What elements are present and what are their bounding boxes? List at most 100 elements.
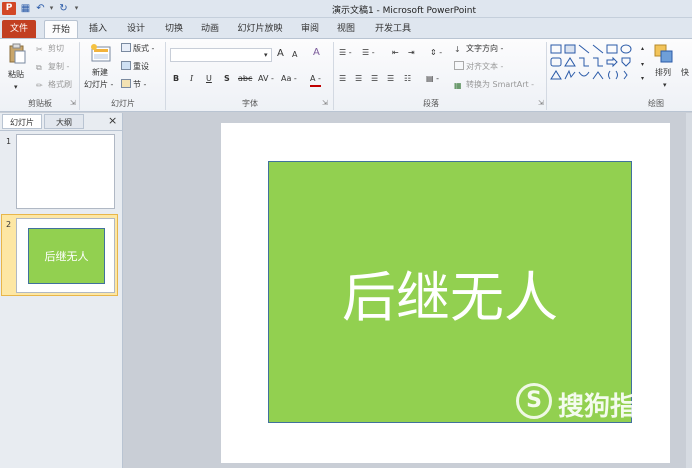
align-right-button[interactable]: ☰ bbox=[371, 73, 378, 85]
align-text-label: 对齐文本 - bbox=[466, 62, 504, 71]
arrange-button[interactable]: 排列 bbox=[655, 67, 671, 79]
paste-icon[interactable] bbox=[8, 43, 26, 65]
watermark-text: 搜狗指南 bbox=[558, 392, 663, 422]
underline-button[interactable]: U bbox=[206, 73, 212, 85]
bold-button[interactable]: B bbox=[173, 73, 179, 85]
brush-icon: ✏ bbox=[36, 81, 43, 90]
group-divider bbox=[79, 42, 80, 110]
arrange-icon[interactable] bbox=[653, 43, 675, 65]
font-name-field[interactable] bbox=[170, 48, 272, 62]
tab-outline[interactable]: 大纲 bbox=[44, 114, 84, 129]
decrease-indent-button[interactable]: ⇤ bbox=[392, 47, 399, 59]
new-slide-dropdown[interactable]: 幻灯片 - bbox=[84, 79, 113, 91]
copy-label: 复制 - bbox=[48, 62, 70, 71]
slide-thumbnail-1[interactable] bbox=[16, 134, 115, 209]
group-divider bbox=[165, 42, 166, 110]
align-center-button[interactable]: ☰ bbox=[355, 73, 362, 85]
shapes-scroll-up-icon[interactable]: ▴ bbox=[641, 43, 644, 55]
bullets-button[interactable]: ☰ - bbox=[339, 47, 352, 59]
tab-home[interactable]: 开始 bbox=[44, 20, 78, 38]
smartart-icon: ▦ bbox=[454, 81, 462, 90]
columns-button[interactable]: ▤ - bbox=[426, 73, 439, 85]
thumbnail-text: 后继无人 bbox=[44, 250, 89, 263]
align-left-button[interactable]: ☰ bbox=[339, 73, 346, 85]
panel-divider bbox=[0, 130, 122, 131]
numbering-button[interactable]: ☰ - bbox=[362, 47, 375, 59]
text-direction-icon: ↓ bbox=[454, 45, 461, 54]
watermark: S 搜狗指南 zhinan.sogou.com bbox=[514, 380, 684, 450]
tab-slideshow[interactable]: 幻灯片放映 bbox=[232, 20, 288, 38]
shapes-more-icon[interactable]: ▾ bbox=[641, 73, 644, 85]
font-dropdown-icon[interactable]: ▾ bbox=[264, 49, 268, 61]
slide-thumbnail-panel: 幻灯片 大纲 × 1 2 后继无人 bbox=[0, 113, 123, 468]
change-case-button[interactable]: Aa - bbox=[281, 73, 297, 85]
slide-number: 2 bbox=[6, 220, 12, 229]
new-slide-icon[interactable] bbox=[90, 43, 112, 65]
cut-button[interactable]: ✂ 剪切 bbox=[36, 43, 64, 55]
sogou-logo-icon: S bbox=[516, 383, 552, 419]
tab-file[interactable]: 文件 bbox=[2, 20, 36, 38]
group-divider bbox=[546, 42, 547, 110]
font-launcher-icon[interactable]: ⇲ bbox=[322, 99, 328, 107]
tab-insert[interactable]: 插入 bbox=[82, 20, 114, 38]
watermark-url: zhinan.sogou.com bbox=[514, 426, 632, 440]
tab-developer[interactable]: 开发工具 bbox=[368, 20, 418, 38]
new-slide-button[interactable]: 新建 bbox=[92, 67, 108, 79]
char-spacing-button[interactable]: AV - bbox=[258, 73, 274, 85]
line-spacing-button[interactable]: ⇕ - bbox=[430, 47, 442, 59]
clipboard-group-label: 剪贴板 bbox=[28, 99, 52, 108]
smartart-button[interactable]: ▦ 转换为 SmartArt - bbox=[454, 79, 534, 91]
text-direction-label: 文字方向 - bbox=[466, 44, 504, 53]
close-panel-icon[interactable]: × bbox=[108, 115, 117, 127]
layout-label: 版式 - bbox=[133, 44, 155, 53]
tab-slides[interactable]: 幻灯片 bbox=[2, 114, 42, 129]
shapes-scroll-down-icon[interactable]: ▾ bbox=[641, 59, 644, 71]
title-bar: P ▦ ↶ ▾ ↻ ▾ 演示文稿1 - Microsoft PowerPoint bbox=[0, 0, 692, 18]
increase-indent-button[interactable]: ⇥ bbox=[408, 47, 415, 59]
text-direction-button[interactable]: ↓ 文字方向 - bbox=[454, 43, 503, 55]
paste-button[interactable]: 粘贴 bbox=[8, 69, 24, 81]
section-button[interactable]: 节 - bbox=[121, 79, 146, 91]
layout-button[interactable]: 版式 - bbox=[121, 43, 154, 55]
shapes-gallery[interactable] bbox=[550, 42, 642, 86]
slide-thumbnail-2[interactable]: 后继无人 bbox=[16, 218, 115, 293]
font-group-label: 字体 bbox=[242, 99, 258, 108]
tab-animations[interactable]: 动画 bbox=[194, 20, 226, 38]
align-text-icon bbox=[454, 61, 464, 70]
scissors-icon: ✂ bbox=[36, 45, 43, 54]
smartart-label: 转换为 SmartArt - bbox=[466, 80, 535, 89]
justify-button[interactable]: ☰ bbox=[387, 73, 394, 85]
slide-number: 1 bbox=[6, 137, 12, 146]
tab-transitions[interactable]: 切换 bbox=[158, 20, 190, 38]
arrange-dropdown-icon[interactable]: ▾ bbox=[663, 79, 667, 91]
reset-icon bbox=[121, 61, 131, 70]
vertical-scrollbar[interactable] bbox=[686, 113, 692, 468]
clipboard-launcher-icon[interactable]: ⇲ bbox=[70, 99, 76, 107]
format-painter-button[interactable]: ✏ 格式刷 bbox=[36, 79, 72, 91]
tab-view[interactable]: 视图 bbox=[330, 20, 362, 38]
window-title: 演示文稿1 - Microsoft PowerPoint bbox=[331, 6, 477, 16]
align-text-button[interactable]: 对齐文本 - bbox=[454, 61, 503, 73]
distributed-button[interactable]: ☷ bbox=[404, 73, 411, 85]
section-icon bbox=[121, 79, 131, 88]
cut-label: 剪切 bbox=[48, 44, 64, 53]
italic-button[interactable]: I bbox=[190, 73, 193, 85]
font-color-button[interactable]: A - bbox=[310, 73, 321, 87]
shadow-button[interactable]: S bbox=[224, 73, 230, 85]
group-divider bbox=[333, 42, 334, 110]
reset-label: 重设 bbox=[133, 62, 149, 71]
quick-styles-button[interactable]: 快 bbox=[681, 67, 689, 79]
slides-group-label: 幻灯片 bbox=[111, 99, 135, 108]
shrink-font-button[interactable]: A bbox=[292, 49, 297, 61]
tab-review[interactable]: 审阅 bbox=[294, 20, 326, 38]
strikethrough-button[interactable]: abc bbox=[238, 73, 252, 85]
reset-button[interactable]: 重设 bbox=[121, 61, 149, 73]
thumbnail-shape: 后继无人 bbox=[28, 228, 105, 284]
clear-format-button[interactable]: A bbox=[313, 47, 320, 59]
format-painter-label: 格式刷 bbox=[48, 80, 72, 89]
paragraph-launcher-icon[interactable]: ⇲ bbox=[538, 99, 544, 107]
paste-dropdown-icon[interactable]: ▾ bbox=[14, 81, 18, 93]
tab-design[interactable]: 设计 bbox=[120, 20, 152, 38]
grow-font-button[interactable]: A bbox=[277, 48, 284, 60]
copy-button[interactable]: ⧉ 复制 - bbox=[36, 61, 69, 73]
